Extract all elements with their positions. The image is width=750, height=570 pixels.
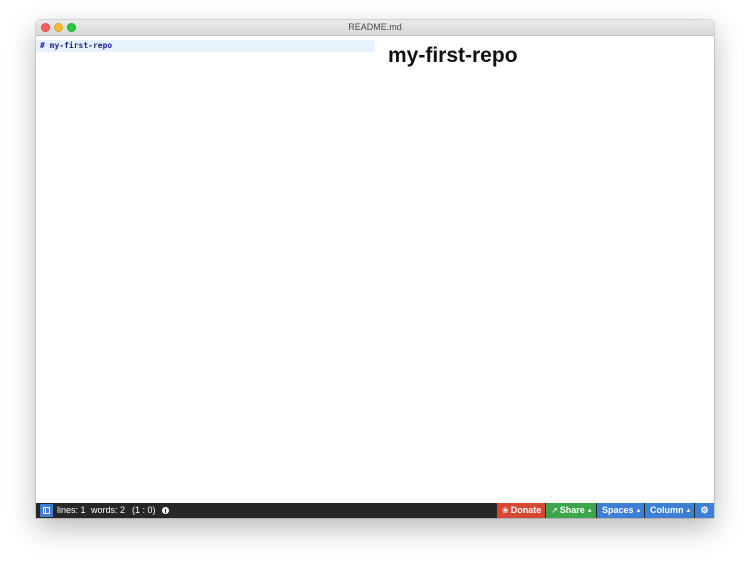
column-button[interactable]: Column ▲ [645,503,694,518]
donate-button[interactable]: ❀ Donate [497,503,545,518]
share-label: Share [559,505,585,515]
word-count: words: 2 [91,505,126,515]
caret-up-icon: ▲ [685,508,692,514]
markdown-editor[interactable]: # my-first-repo [36,36,375,503]
editor-active-line[interactable]: # my-first-repo [36,40,375,52]
toggle-panel-button[interactable] [40,504,53,517]
share-arrow-icon: ↗ [551,506,558,515]
spaces-button[interactable]: Spaces ▲ [597,503,644,518]
panel-icon [43,507,50,514]
app-window: README.md # my-first-repo my-first-repo … [36,20,714,518]
share-button[interactable]: ↗ Share ▲ [546,503,596,518]
gear-icon: ⚙ [700,505,709,515]
caret-up-icon: ▲ [635,508,642,514]
column-label: Column [650,505,684,515]
preview-heading: my-first-repo [388,44,518,67]
info-icon[interactable] [162,507,169,514]
settings-button[interactable]: ⚙ [695,503,714,518]
spaces-label: Spaces [602,505,634,515]
status-bar: lines: 1 words: 2 (1 : 0) ❀ Donate ↗ Share… [36,503,714,518]
caret-up-icon: ▲ [586,508,593,514]
title-bar[interactable]: README.md [36,20,714,36]
editor-line-1[interactable]: # my-first-repo [40,40,112,52]
line-count: lines: 1 [57,505,86,515]
leaf-icon: ❀ [502,506,509,515]
donate-label: Donate [510,505,542,515]
window-title: README.md [348,22,402,32]
markdown-preview: my-first-repo [375,36,714,503]
cursor-position: (1 : 0) [132,505,156,515]
